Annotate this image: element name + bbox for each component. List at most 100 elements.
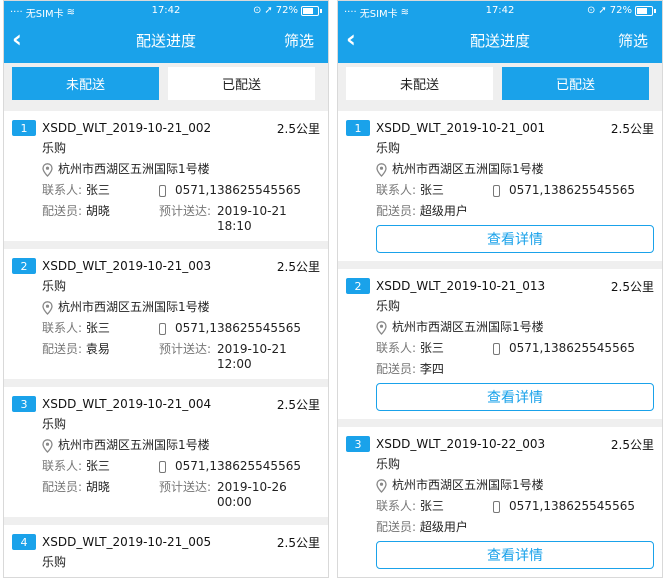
phone-number[interactable]: 0571,138625545565	[509, 496, 635, 517]
status-bar: ···· 无SIM卡 ≋ 17:42 ⊙ ➚ 72%	[4, 1, 328, 21]
tab-bar: 未配送 已配送	[338, 63, 662, 108]
order-index-badge: 1	[346, 120, 370, 136]
distance: 2.5公里	[610, 279, 654, 294]
lock-rotation-icon: ⊙	[252, 5, 262, 16]
location-icon: ➚	[598, 5, 607, 16]
page-title: 配送进度	[469, 32, 530, 50]
address: 杭州市西湖区五洲国际1号楼	[392, 162, 544, 176]
screen-undelivered: ···· 无SIM卡 ≋ 17:42 ⊙ ➚ 72% ‹ 配送进度 筛选 未配送…	[3, 0, 329, 578]
eta-time: 18:10	[217, 219, 252, 233]
tab-bar: 未配送 已配送	[4, 63, 328, 108]
order-card[interactable]: 3 XSDD_WLT_2019-10-22_003 2.5公里 乐购 杭州市西湖区五…	[338, 427, 662, 577]
contact-label: 联系人:	[376, 183, 417, 197]
shop-name: 乐购	[376, 457, 401, 471]
battery-icon	[635, 5, 653, 16]
order-index-badge: 1	[12, 120, 36, 136]
phone-icon	[159, 184, 166, 197]
order-index-badge: 4	[12, 534, 36, 550]
order-index-badge: 2	[12, 258, 36, 274]
order-card[interactable]: 1 XSDD_WLT_2019-10-21_001 2.5公里 乐购 杭州市西湖区五…	[338, 111, 662, 261]
eta-label: 预计送达:	[159, 480, 212, 494]
phone-icon	[493, 500, 500, 513]
contact-label: 联系人:	[376, 499, 417, 513]
lock-rotation-icon: ⊙	[586, 5, 596, 16]
order-index-badge: 3	[346, 436, 370, 452]
eta-date: 2019-10-26	[217, 480, 287, 494]
order-card[interactable]: 3 XSDD_WLT_2019-10-21_004 2.5公里 乐购 杭州市西湖区五…	[4, 387, 328, 517]
eta-date: 2019-10-21	[217, 204, 287, 218]
tab-undelivered[interactable]: 未配送	[12, 67, 159, 100]
header: ···· 无SIM卡 ≋ 17:42 ⊙ ➚ 72% ‹ 配送进度 筛选	[338, 1, 662, 63]
order-card[interactable]: 1 XSDD_WLT_2019-10-21_002 2.5公里 乐购 杭州市西湖区五…	[4, 111, 328, 241]
contact-name: 张三	[419, 341, 444, 355]
order-card[interactable]: 4 XSDD_WLT_2019-10-21_005 2.5公里 乐购	[4, 525, 328, 577]
location-pin-icon	[42, 162, 53, 177]
shop-name: 乐购	[376, 299, 401, 313]
order-number: XSDD_WLT_2019-10-21_013	[376, 279, 546, 293]
courier-label: 配送员:	[376, 362, 417, 376]
courier-label: 配送员:	[376, 204, 417, 218]
eta-label: 预计送达:	[159, 204, 212, 218]
shop-name: 乐购	[376, 141, 401, 155]
address: 杭州市西湖区五洲国际1号楼	[58, 438, 210, 452]
location-pin-icon	[376, 162, 387, 177]
contact-label: 联系人:	[42, 459, 83, 473]
tab-delivered[interactable]: 已配送	[168, 67, 315, 100]
screen-delivered: ···· 无SIM卡 ≋ 17:42 ⊙ ➚ 72% ‹ 配送进度 筛选 未配送…	[337, 0, 663, 578]
order-card[interactable]: 2 XSDD_WLT_2019-10-21_003 2.5公里 乐购 杭州市西湖区五…	[4, 249, 328, 379]
order-index-badge: 2	[346, 278, 370, 294]
contact-name: 张三	[85, 459, 110, 473]
battery-percent: 72%	[275, 5, 298, 16]
phone-number[interactable]: 0571,138625545565	[509, 180, 635, 201]
address: 杭州市西湖区五洲国际1号楼	[58, 300, 210, 314]
address: 杭州市西湖区五洲国际1号楼	[392, 320, 544, 334]
battery-icon	[301, 5, 319, 16]
contact-name: 张三	[85, 321, 110, 335]
courier-label: 配送员:	[42, 342, 83, 356]
order-number: XSDD_WLT_2019-10-21_003	[42, 259, 212, 273]
phone-number[interactable]: 0571,138625545565	[175, 180, 301, 201]
courier-label: 配送员:	[376, 520, 417, 534]
contact-name: 张三	[85, 183, 110, 197]
location-pin-icon	[42, 438, 53, 453]
order-list: 1 XSDD_WLT_2019-10-21_001 2.5公里 乐购 杭州市西湖区五…	[338, 111, 662, 577]
shop-name: 乐购	[42, 417, 67, 431]
location-pin-icon	[376, 320, 387, 335]
order-index-badge: 3	[12, 396, 36, 412]
tab-undelivered[interactable]: 未配送	[346, 67, 493, 100]
contact-name: 张三	[419, 499, 444, 513]
shop-name: 乐购	[42, 555, 67, 569]
navbar: ‹ 配送进度 筛选	[338, 25, 662, 55]
status-bar: ···· 无SIM卡 ≋ 17:42 ⊙ ➚ 72%	[338, 1, 662, 21]
eta-date: 2019-10-21	[217, 342, 287, 356]
view-details-button[interactable]: 查看详情	[376, 383, 654, 411]
order-number: XSDD_WLT_2019-10-21_002	[42, 121, 212, 135]
distance: 2.5公里	[276, 535, 320, 550]
phone-number[interactable]: 0571,138625545565	[509, 338, 635, 359]
order-number: XSDD_WLT_2019-10-21_004	[42, 397, 212, 411]
tab-delivered[interactable]: 已配送	[502, 67, 649, 100]
location-pin-icon	[376, 478, 387, 493]
shop-name: 乐购	[42, 141, 67, 155]
shop-name: 乐购	[42, 279, 67, 293]
courier-label: 配送员:	[42, 480, 83, 494]
order-number: XSDD_WLT_2019-10-22_003	[376, 437, 546, 451]
header: ···· 无SIM卡 ≋ 17:42 ⊙ ➚ 72% ‹ 配送进度 筛选	[4, 1, 328, 63]
eta-time: 12:00	[217, 357, 252, 371]
phone-number[interactable]: 0571,138625545565	[175, 318, 301, 339]
battery-percent: 72%	[609, 5, 632, 16]
view-details-button[interactable]: 查看详情	[376, 225, 654, 253]
order-card[interactable]: 2 XSDD_WLT_2019-10-21_013 2.5公里 乐购 杭州市西湖区五…	[338, 269, 662, 419]
location-icon: ➚	[264, 5, 273, 16]
phone-number[interactable]: 0571,138625545565	[175, 456, 301, 477]
distance: 2.5公里	[276, 397, 320, 412]
view-details-button[interactable]: 查看详情	[376, 541, 654, 569]
courier-name: 超级用户	[419, 204, 468, 218]
courier-name: 胡晓	[85, 480, 110, 494]
filter-button[interactable]: 筛选	[618, 30, 648, 51]
courier-name: 超级用户	[419, 520, 468, 534]
contact-label: 联系人:	[42, 321, 83, 335]
courier-name: 袁易	[85, 342, 110, 356]
distance: 2.5公里	[276, 259, 320, 274]
filter-button[interactable]: 筛选	[284, 30, 314, 51]
